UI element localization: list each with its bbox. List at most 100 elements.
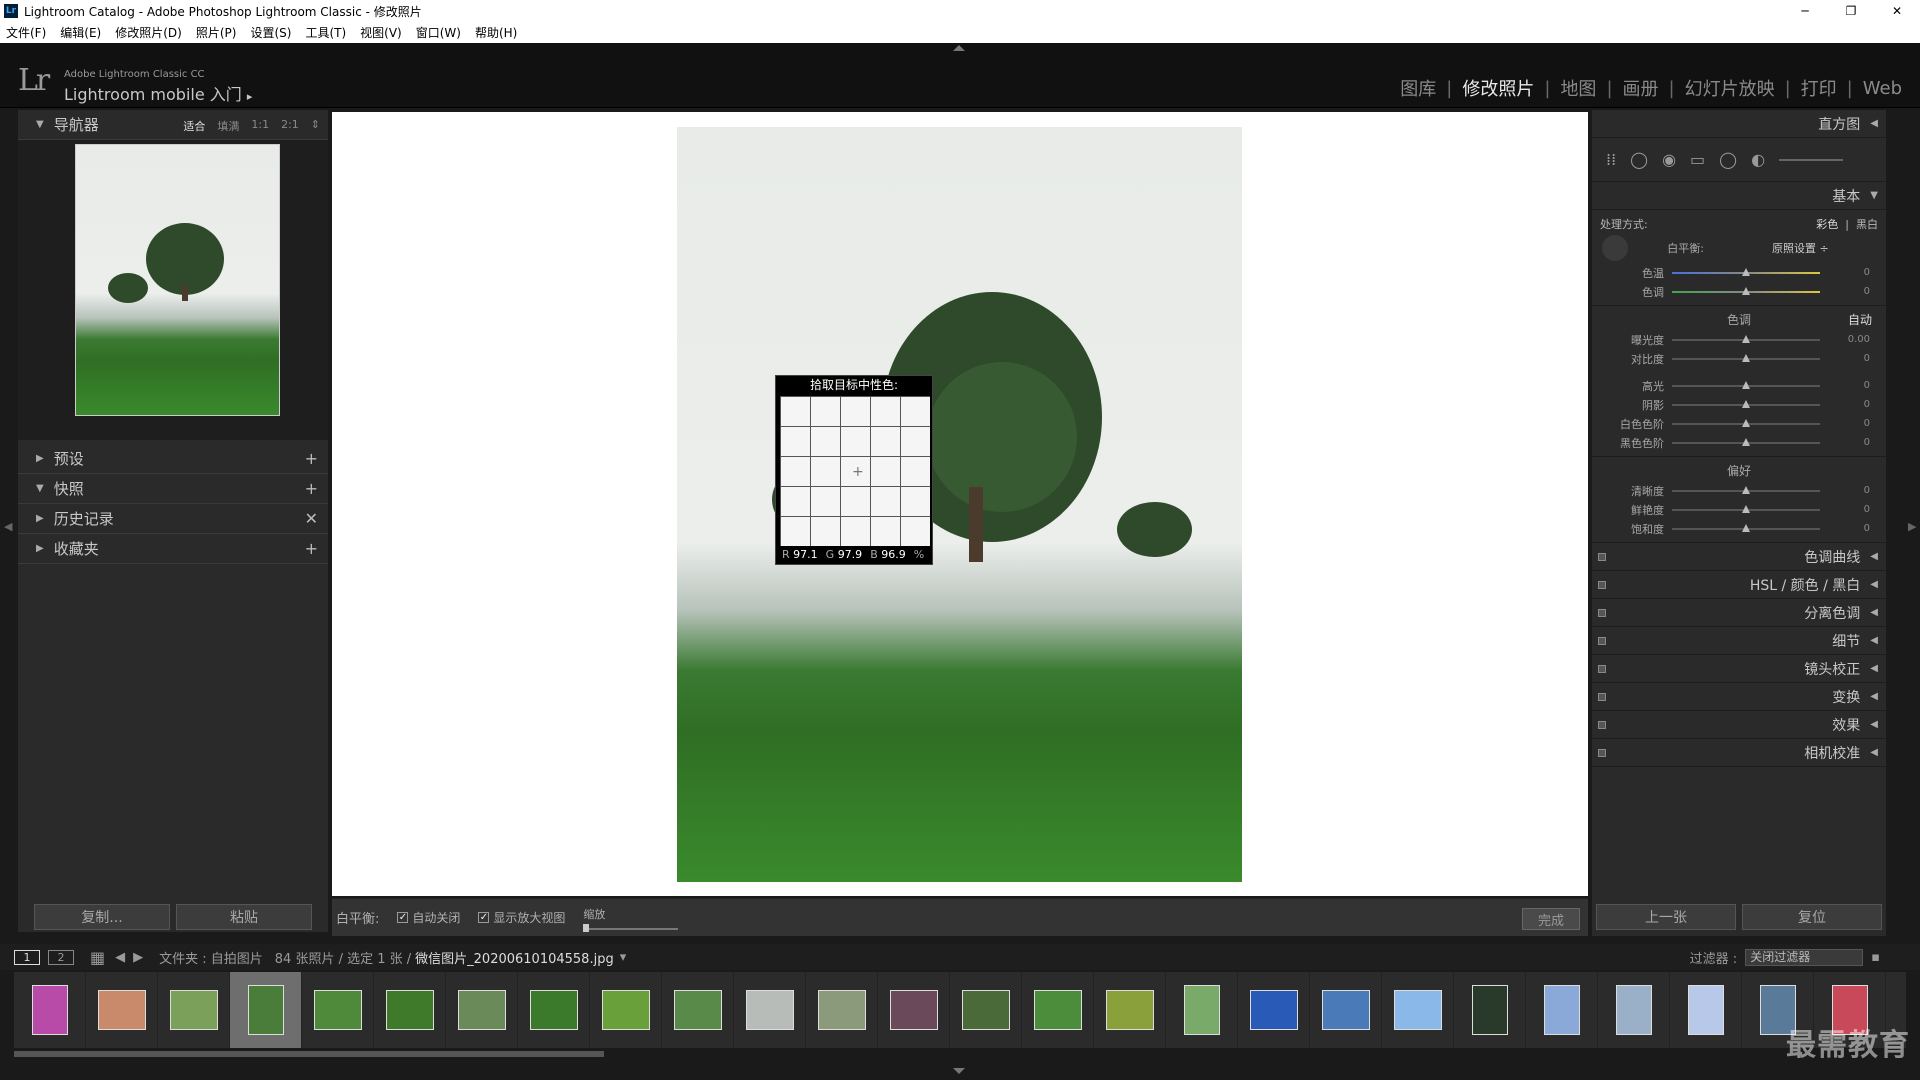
slider-track[interactable] bbox=[1672, 286, 1820, 295]
filmstrip-thumbnail[interactable] bbox=[1022, 972, 1094, 1048]
panel-header[interactable]: 细节 ◀ bbox=[1592, 627, 1886, 655]
redeye-icon[interactable]: ◉ bbox=[1662, 150, 1676, 169]
scale-slider-knob[interactable] bbox=[583, 923, 590, 932]
slider-value[interactable]: 0 bbox=[1864, 504, 1870, 515]
slider-value[interactable]: 0 bbox=[1864, 523, 1870, 534]
panel-header[interactable]: 相机校准 ◀ bbox=[1592, 739, 1886, 767]
menu-settings[interactable]: 设置(S) bbox=[250, 24, 291, 41]
slider-value[interactable]: 0 bbox=[1864, 353, 1870, 364]
slider-knob[interactable] bbox=[1742, 504, 1750, 513]
zoom-fit[interactable]: 适合 bbox=[183, 118, 205, 134]
minimize-button[interactable]: ─ bbox=[1782, 0, 1828, 22]
filmstrip-thumbnail[interactable] bbox=[1094, 972, 1166, 1048]
brush-slider[interactable] bbox=[1779, 158, 1844, 161]
menu-edit[interactable]: 编辑(E) bbox=[60, 24, 101, 41]
filmstrip-thumbnail[interactable] bbox=[1238, 972, 1310, 1048]
main-photo[interactable] bbox=[677, 127, 1242, 882]
previous-button[interactable]: 上一张 bbox=[1596, 904, 1736, 930]
crop-overlay-icon[interactable]: ⁞⁞ bbox=[1606, 150, 1616, 169]
scrollbar-thumb[interactable] bbox=[14, 1051, 604, 1057]
filmstrip-thumbnail[interactable] bbox=[1598, 972, 1670, 1048]
slider-knob[interactable] bbox=[1742, 437, 1750, 446]
panel-toggle-icon[interactable] bbox=[1598, 721, 1606, 729]
clear-history-icon[interactable]: ✕ bbox=[305, 509, 318, 528]
filmstrip-thumbnail[interactable] bbox=[1526, 972, 1598, 1048]
module-web[interactable]: Web bbox=[1853, 78, 1912, 99]
module-print[interactable]: 打印 bbox=[1791, 75, 1847, 101]
collapse-bottom-arrow-icon[interactable] bbox=[953, 1068, 965, 1074]
filmstrip-thumbnail[interactable] bbox=[1670, 972, 1742, 1048]
grid-view-icon[interactable]: ▦ bbox=[90, 948, 105, 967]
graduated-filter-icon[interactable]: ▭ bbox=[1690, 150, 1705, 169]
panel-history[interactable]: ▶ 历史记录 ✕ bbox=[18, 504, 328, 534]
identity-plate[interactable]: Adobe Lightroom Classic CC Lightroom mob… bbox=[64, 69, 252, 105]
panel-toggle-icon[interactable] bbox=[1598, 637, 1606, 645]
panel-toggle-icon[interactable] bbox=[1598, 749, 1606, 757]
slider-knob[interactable] bbox=[1742, 267, 1750, 276]
filmstrip-thumbnail[interactable] bbox=[86, 972, 158, 1048]
collapse-top-arrow-icon[interactable] bbox=[953, 45, 965, 51]
slider-knob[interactable] bbox=[1742, 334, 1750, 343]
menu-photo[interactable]: 照片(P) bbox=[196, 24, 237, 41]
zoom-1-1[interactable]: 1:1 bbox=[251, 118, 269, 134]
right-panel-toggle-icon[interactable]: ▶ bbox=[1908, 520, 1916, 533]
filmstrip-thumbnail[interactable] bbox=[1382, 972, 1454, 1048]
slider-value[interactable]: 0.00 bbox=[1848, 334, 1870, 345]
filmstrip-thumbnail[interactable] bbox=[1166, 972, 1238, 1048]
filmstrip-scrollbar[interactable] bbox=[14, 1050, 1906, 1058]
slider-knob[interactable] bbox=[1742, 380, 1750, 389]
radial-filter-icon[interactable]: ◯ bbox=[1719, 150, 1737, 169]
slider-value[interactable]: 0 bbox=[1864, 418, 1870, 429]
slider-value[interactable]: 0 bbox=[1864, 399, 1870, 410]
screen-1-button[interactable]: 1 bbox=[14, 949, 40, 965]
module-map[interactable]: 地图 bbox=[1550, 75, 1606, 101]
filmstrip-thumbnail[interactable] bbox=[1454, 972, 1526, 1048]
maximize-button[interactable]: ❐ bbox=[1828, 0, 1874, 22]
filmstrip-thumbnail[interactable] bbox=[518, 972, 590, 1048]
reset-button[interactable]: 复位 bbox=[1742, 904, 1882, 930]
module-slideshow[interactable]: 幻灯片放映 bbox=[1675, 75, 1785, 101]
slider-track[interactable] bbox=[1672, 334, 1820, 343]
add-preset-icon[interactable]: + bbox=[305, 449, 318, 468]
filename-dropdown-icon[interactable]: ▾ bbox=[620, 950, 627, 965]
slider-value[interactable]: 0 bbox=[1864, 380, 1870, 391]
module-library[interactable]: 图库 bbox=[1390, 75, 1446, 101]
slider-knob[interactable] bbox=[1742, 286, 1750, 295]
slider-value[interactable]: 0 bbox=[1864, 485, 1870, 496]
filmstrip-thumbnail[interactable] bbox=[734, 972, 806, 1048]
navigator-preview[interactable] bbox=[18, 140, 328, 440]
source-label[interactable]: 文件夹 : 自拍图片 bbox=[159, 948, 263, 967]
menu-help[interactable]: 帮助(H) bbox=[475, 24, 517, 41]
filmstrip-thumbnail[interactable] bbox=[374, 972, 446, 1048]
auto-dismiss-checkbox[interactable]: ✓ 自动关闭 bbox=[397, 909, 460, 926]
menu-tools[interactable]: 工具(T) bbox=[305, 24, 346, 41]
treatment-bw-option[interactable]: 黑白 bbox=[1856, 218, 1878, 231]
filter-lock-icon[interactable]: ▪ bbox=[1871, 950, 1880, 965]
slider-knob[interactable] bbox=[1742, 418, 1750, 427]
slider-track[interactable] bbox=[1672, 437, 1820, 446]
close-button[interactable]: ✕ bbox=[1874, 0, 1920, 22]
forward-arrow-icon[interactable]: ▶ bbox=[133, 950, 143, 965]
current-filename[interactable]: 微信图片_20200610104558.jpg bbox=[415, 948, 614, 967]
filmstrip-thumbnail[interactable] bbox=[950, 972, 1022, 1048]
navigator-header[interactable]: ▼ 导航器 适合 填满 1:1 2:1 ⇕ bbox=[18, 110, 328, 140]
zoom-more-icon[interactable]: ⇕ bbox=[311, 118, 320, 134]
filmstrip-thumbnail[interactable] bbox=[446, 972, 518, 1048]
add-snapshot-icon[interactable]: + bbox=[305, 479, 318, 498]
filmstrip-thumbnail[interactable] bbox=[230, 972, 302, 1048]
panel-header[interactable]: 镜头校正 ◀ bbox=[1592, 655, 1886, 683]
panel-header[interactable]: HSL / 颜色 / 黑白 ◀ bbox=[1592, 571, 1886, 599]
filmstrip-thumbnail[interactable] bbox=[1310, 972, 1382, 1048]
panel-toggle-icon[interactable] bbox=[1598, 665, 1606, 673]
add-collection-icon[interactable]: + bbox=[305, 539, 318, 558]
filmstrip-thumbnail[interactable] bbox=[878, 972, 950, 1048]
slider-value[interactable]: 0 bbox=[1864, 286, 1870, 297]
slider-knob[interactable] bbox=[1742, 485, 1750, 494]
filmstrip-thumbnail[interactable] bbox=[662, 972, 734, 1048]
slider-track[interactable] bbox=[1672, 523, 1820, 532]
filmstrip-thumbnail[interactable] bbox=[302, 972, 374, 1048]
panel-snapshots[interactable]: ▼ 快照 + bbox=[18, 474, 328, 504]
treatment-color-option[interactable]: 彩色 bbox=[1816, 218, 1838, 231]
screen-2-button[interactable]: 2 bbox=[48, 949, 74, 965]
menu-file[interactable]: 文件(F) bbox=[6, 24, 46, 41]
